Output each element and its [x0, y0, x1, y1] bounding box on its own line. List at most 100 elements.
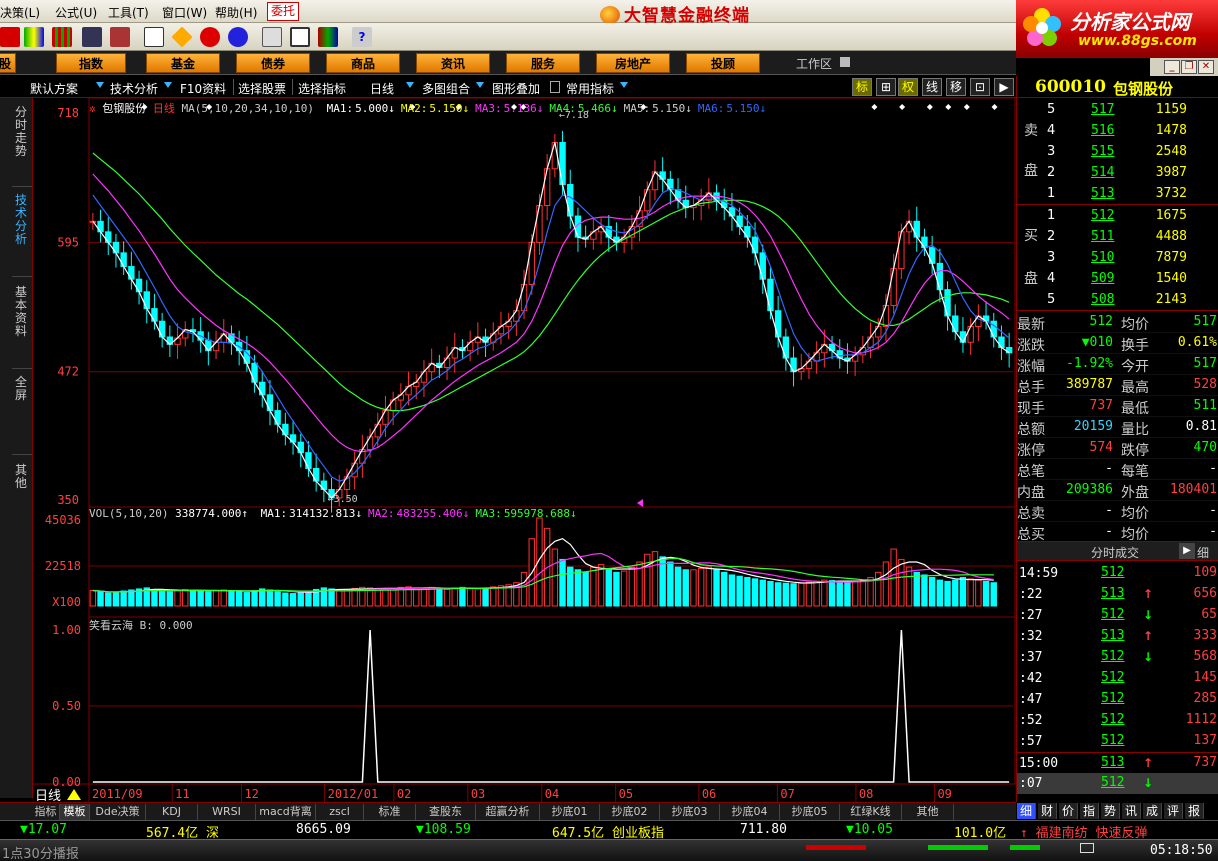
- category-commodity[interactable]: 商品: [326, 53, 400, 73]
- sell-price[interactable]: 517: [1091, 102, 1114, 117]
- common-indicator-menu[interactable]: 常用指标: [566, 80, 614, 97]
- mode-line[interactable]: 线: [922, 78, 942, 96]
- lock-icon[interactable]: [550, 81, 560, 93]
- overlay-button[interactable]: 图形叠加: [492, 80, 540, 97]
- sell-level-row[interactable]: 3 515 2548: [1017, 142, 1218, 163]
- right-tab-3[interactable]: 价: [1059, 803, 1078, 819]
- f10-button[interactable]: F10资料: [180, 80, 226, 97]
- buy-level-row[interactable]: 5 508 2143: [1017, 290, 1218, 311]
- window-icon[interactable]: [290, 27, 310, 47]
- workspace-label[interactable]: 工作区: [796, 55, 832, 72]
- mode-rights[interactable]: 权: [898, 78, 918, 96]
- select-stock-button[interactable]: 选择股票: [238, 80, 286, 97]
- event-marker[interactable]: [899, 104, 906, 110]
- default-scheme[interactable]: 默认方案: [30, 80, 78, 97]
- tick-row[interactable]: :42 512 145: [1017, 668, 1218, 689]
- indicator-tab-2[interactable]: 模板: [60, 804, 90, 820]
- menu-window[interactable]: 窗口(W): [162, 4, 207, 21]
- tab-intraday[interactable]: 分时走势: [14, 106, 28, 158]
- indicator-tab-14[interactable]: 抄底04: [720, 804, 780, 820]
- right-tab-7[interactable]: 成: [1143, 803, 1162, 819]
- category-index[interactable]: 指数: [56, 53, 126, 73]
- technical-analysis-arrow-icon[interactable]: [164, 82, 172, 88]
- mode-play[interactable]: ▶: [994, 78, 1014, 96]
- right-tab-6[interactable]: 讯: [1122, 803, 1141, 819]
- sell-level-row[interactable]: 1 513 3732: [1017, 184, 1218, 205]
- quote-icon[interactable]: [24, 27, 44, 47]
- indicator-tab-17[interactable]: 其他: [902, 804, 954, 820]
- buy-price[interactable]: 510: [1091, 250, 1114, 265]
- entrust-button[interactable]: 委托: [267, 2, 299, 21]
- indicator-tab-12[interactable]: 抄底02: [600, 804, 660, 820]
- menu-formula[interactable]: 公式(U): [55, 4, 97, 21]
- category-stock[interactable]: 股: [0, 53, 16, 73]
- buy-price[interactable]: 511: [1091, 229, 1114, 244]
- tick-row[interactable]: :07 512 ↓: [1017, 773, 1218, 794]
- tick-row[interactable]: 15:00 513 ↑ 737: [1017, 752, 1218, 773]
- report-icon[interactable]: [262, 27, 282, 47]
- close-button[interactable]: ✕: [1198, 60, 1214, 74]
- tick-row[interactable]: :47 512 285: [1017, 689, 1218, 710]
- indicator-tab-9[interactable]: 查股东: [416, 804, 476, 820]
- sell-price[interactable]: 514: [1091, 165, 1114, 180]
- mode-grid[interactable]: ⊞: [876, 78, 896, 96]
- indicator-tab-11[interactable]: 抄底01: [540, 804, 600, 820]
- event-marker[interactable]: [963, 104, 970, 110]
- right-tab-1[interactable]: 细: [1017, 803, 1036, 819]
- right-tab-9[interactable]: 报: [1185, 803, 1204, 819]
- menu-help[interactable]: 帮助(H): [215, 4, 257, 21]
- common-indicator-arrow-icon[interactable]: [620, 82, 628, 88]
- buy-price[interactable]: 508: [1091, 292, 1114, 307]
- event-marker[interactable]: [945, 104, 952, 110]
- tick-row[interactable]: :37 512 ↓ 568: [1017, 647, 1218, 668]
- mail-icon[interactable]: [1080, 843, 1094, 853]
- default-scheme-arrow-icon[interactable]: [96, 82, 104, 88]
- chart-area[interactable]: 718 595 472 350 ←7.18 ←3.50 45036 22518 X100 1.00…: [33, 98, 1016, 802]
- technical-analysis-menu[interactable]: 技术分析: [110, 80, 158, 97]
- indicator-tab-5[interactable]: WRSI: [198, 804, 256, 820]
- alarm-icon[interactable]: [110, 27, 130, 47]
- buy-price[interactable]: 512: [1091, 208, 1114, 223]
- menu-decision[interactable]: 决策(L): [0, 4, 40, 21]
- menu-tools[interactable]: 工具(T): [108, 4, 149, 21]
- indicator-tab-15[interactable]: 抄底05: [780, 804, 840, 820]
- minimize-button[interactable]: _: [1164, 60, 1180, 74]
- sell-price[interactable]: 515: [1091, 144, 1114, 159]
- stock-icon[interactable]: [0, 27, 20, 47]
- indicator-tab-13[interactable]: 抄底03: [660, 804, 720, 820]
- tick-row[interactable]: :22 513 ↑ 656: [1017, 584, 1218, 605]
- sell-level-row[interactable]: 4 516 1478: [1017, 121, 1218, 142]
- mode-mark[interactable]: 标: [852, 78, 872, 96]
- bar-chart-icon[interactable]: [52, 27, 72, 47]
- kline-chart[interactable]: 718595472350←7.18←3.504503622518X1001.00…: [33, 98, 1016, 802]
- multi-chart-arrow-icon[interactable]: [476, 82, 484, 88]
- buy-level-row[interactable]: 2 511 4488: [1017, 227, 1218, 248]
- help-icon[interactable]: ?: [352, 27, 372, 47]
- indicator-tab-3[interactable]: Dde决策: [90, 804, 146, 820]
- buy-level-row[interactable]: 1 512 1675: [1017, 206, 1218, 227]
- buy-level-row[interactable]: 4 509 1540: [1017, 269, 1218, 290]
- tab-other[interactable]: 其他: [14, 464, 28, 490]
- sell-price[interactable]: 516: [1091, 123, 1114, 138]
- right-tab-5[interactable]: 势: [1101, 803, 1120, 819]
- settings-icon[interactable]: ✲: [89, 102, 102, 115]
- indicator-tab-16[interactable]: 红绿K线: [840, 804, 902, 820]
- blue-ball-icon[interactable]: [228, 27, 248, 47]
- category-news[interactable]: 资讯: [416, 53, 490, 73]
- category-fund[interactable]: 基金: [146, 53, 220, 73]
- date-axis-toggle-icon[interactable]: [67, 789, 81, 800]
- diamond-icon[interactable]: [171, 26, 193, 48]
- multi-chart-menu[interactable]: 多图组合: [422, 80, 470, 97]
- tick-row[interactable]: :57 512 137: [1017, 731, 1218, 752]
- books-icon[interactable]: [318, 27, 338, 47]
- indicator-tab-1[interactable]: 指标: [32, 804, 60, 820]
- category-bond[interactable]: 债券: [236, 53, 310, 73]
- buy-level-row[interactable]: 3 510 7879: [1017, 248, 1218, 269]
- tick-row[interactable]: :32 513 ↑ 333: [1017, 626, 1218, 647]
- restore-button[interactable]: ❐: [1181, 60, 1197, 74]
- sell-price[interactable]: 513: [1091, 186, 1114, 201]
- indicator-tab-8[interactable]: 标准: [364, 804, 416, 820]
- right-tab-2[interactable]: 财: [1038, 803, 1057, 819]
- binoculars-icon[interactable]: [82, 27, 102, 47]
- indicator-tab-10[interactable]: 超赢分析: [476, 804, 540, 820]
